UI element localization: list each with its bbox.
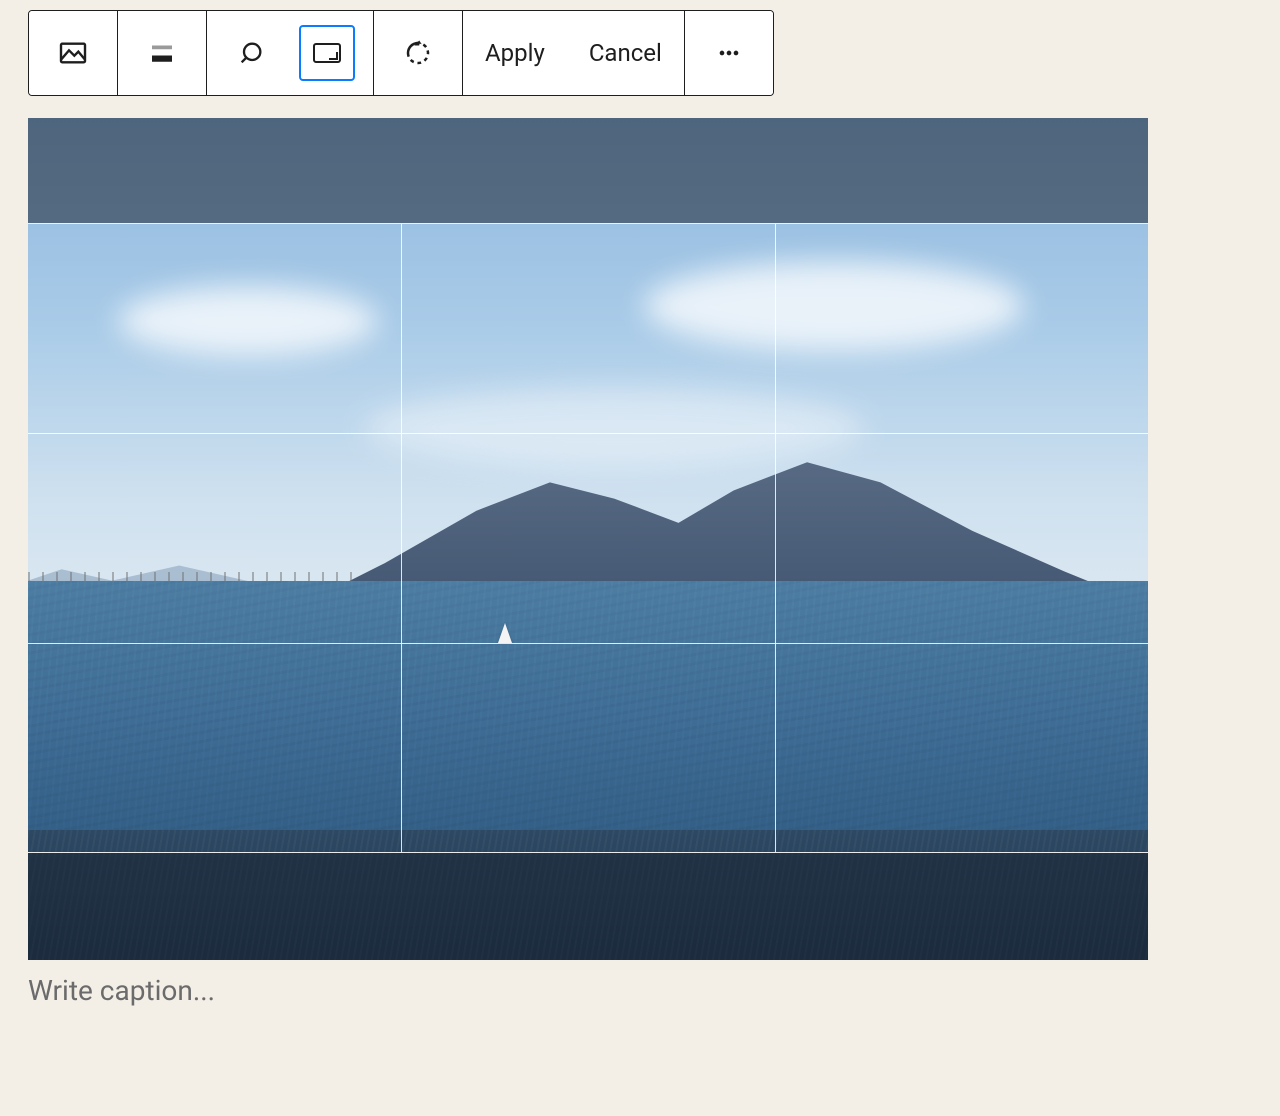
crop-dim-bottom xyxy=(28,852,1148,960)
image-block-button[interactable] xyxy=(29,10,117,96)
rotate-button[interactable] xyxy=(374,10,462,96)
more-options-icon xyxy=(715,39,743,67)
crop-dim-top xyxy=(28,118,1148,224)
block-toolbar: Apply Cancel xyxy=(28,10,774,96)
zoom-button[interactable] xyxy=(229,31,273,75)
align-button[interactable] xyxy=(118,10,206,96)
more-options-button[interactable] xyxy=(685,10,773,96)
apply-button[interactable]: Apply xyxy=(463,10,567,96)
aspect-ratio-button[interactable] xyxy=(299,25,355,81)
aspect-ratio-icon xyxy=(312,41,342,65)
image-icon xyxy=(57,37,89,69)
align-icon xyxy=(147,38,177,68)
image-preview xyxy=(28,118,1148,960)
apply-label: Apply xyxy=(485,39,545,67)
zoom-icon xyxy=(237,39,265,67)
image-crop-area[interactable] xyxy=(28,118,1148,960)
caption-input[interactable] xyxy=(28,974,1252,1007)
cancel-label: Cancel xyxy=(589,39,662,67)
cancel-button[interactable]: Cancel xyxy=(567,10,684,96)
rotate-icon xyxy=(403,38,433,68)
